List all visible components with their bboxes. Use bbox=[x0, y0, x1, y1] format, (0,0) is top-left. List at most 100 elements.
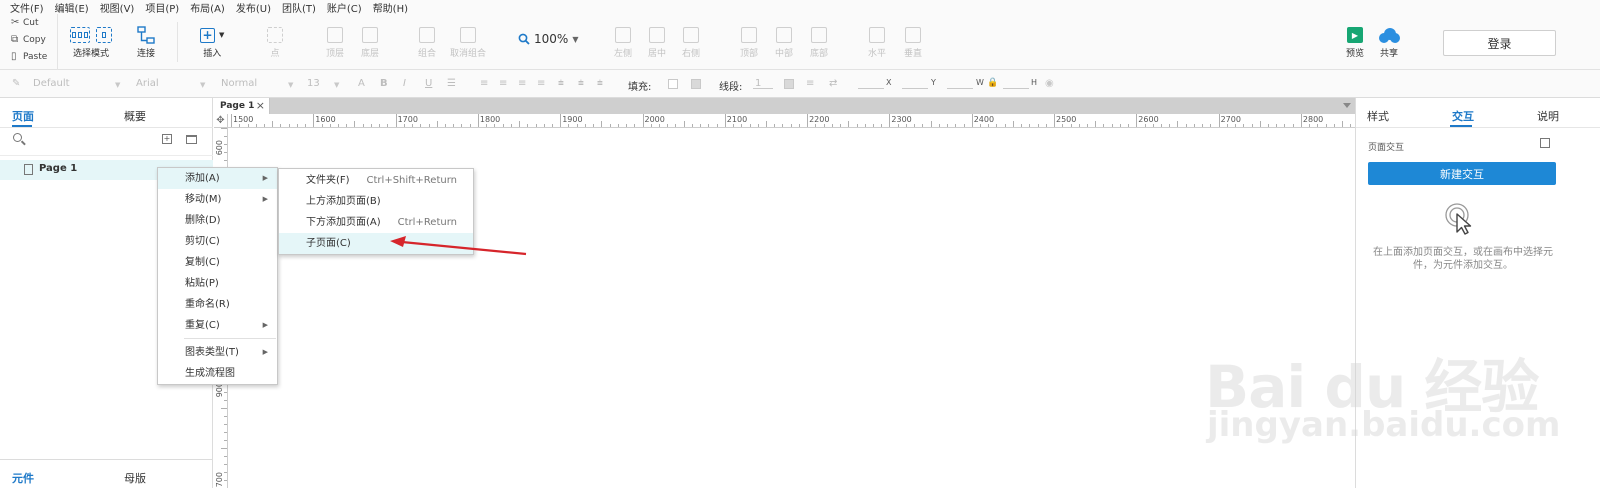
align-left-button[interactable]: 左侧 bbox=[614, 24, 632, 59]
align-bottom-button[interactable]: 底部 bbox=[810, 24, 828, 59]
align-right-button[interactable]: 右侧 bbox=[682, 24, 700, 59]
align-top-button[interactable]: 顶部 bbox=[740, 24, 758, 59]
ruler-label: 2300 bbox=[891, 115, 912, 124]
ruler-tick bbox=[519, 121, 520, 127]
tab-outline[interactable]: 概要 bbox=[124, 108, 146, 124]
tab-masters[interactable]: 母版 bbox=[124, 470, 146, 486]
style-select[interactable]: Default bbox=[33, 78, 70, 89]
line-color-swatch[interactable] bbox=[784, 79, 794, 89]
x-input[interactable] bbox=[858, 88, 884, 89]
arrow-style-icon[interactable]: ⇄ bbox=[829, 78, 837, 89]
menu-view[interactable]: 视图(V) bbox=[100, 0, 135, 15]
insert-button[interactable]: + ▼ 插入 bbox=[200, 24, 224, 59]
align-text-right-icon[interactable]: ≡ bbox=[518, 78, 526, 89]
search-icon[interactable] bbox=[13, 133, 22, 142]
bold-icon[interactable]: B bbox=[380, 78, 388, 89]
distribute-horizontal-button[interactable]: 水平 bbox=[868, 24, 886, 59]
group-button[interactable]: 组合 bbox=[418, 24, 436, 59]
distribute-vertical-button[interactable]: 垂直 bbox=[904, 24, 922, 59]
share-button[interactable]: 共享 bbox=[1377, 24, 1401, 59]
ruler-label: 1700 bbox=[397, 115, 418, 124]
expand-icon[interactable] bbox=[1540, 138, 1550, 148]
menu-item-add[interactable]: 添加(A) ▶ bbox=[158, 168, 277, 189]
submenu-item-folder[interactable]: 文件夹(F) Ctrl+Shift+Return bbox=[279, 170, 473, 191]
tab-list-dropdown-icon[interactable] bbox=[1343, 103, 1351, 108]
font-select[interactable]: Arial bbox=[136, 78, 159, 89]
submenu-item-add-above[interactable]: 上方添加页面(B) bbox=[279, 191, 473, 212]
zoom-select[interactable]: 100% ▼ bbox=[518, 32, 578, 46]
lock-icon[interactable]: 🔒 bbox=[987, 78, 998, 88]
menu-file[interactable]: 文件(F) bbox=[10, 0, 44, 15]
visibility-icon[interactable]: ◉ bbox=[1045, 78, 1054, 89]
copy-button[interactable]: ⧉ Copy bbox=[0, 31, 57, 48]
menu-team[interactable]: 团队(T) bbox=[282, 0, 316, 15]
menu-item-diagram-type[interactable]: 图表类型(T) ▶ bbox=[158, 342, 277, 363]
underline-icon[interactable]: U bbox=[425, 78, 432, 89]
tab-interaction[interactable]: 交互 bbox=[1452, 108, 1474, 124]
ruler-tick bbox=[362, 124, 364, 127]
move-icon[interactable]: ✥ bbox=[214, 114, 228, 128]
point-button[interactable]: 点 bbox=[267, 24, 283, 59]
line-style-icon[interactable]: ≡ bbox=[806, 78, 814, 89]
submenu-item-add-below[interactable]: 下方添加页面(A) Ctrl+Return bbox=[279, 212, 473, 233]
submenu-item-child-page[interactable]: 子页面(C) bbox=[279, 233, 473, 254]
valign-top-icon[interactable]: ⩧ bbox=[558, 78, 564, 89]
menu-item-cut[interactable]: 剪切(C) bbox=[158, 231, 277, 252]
list-icon[interactable]: ☰ bbox=[447, 78, 456, 89]
menu-edit[interactable]: 编辑(E) bbox=[55, 0, 89, 15]
ruler-tick bbox=[247, 124, 249, 127]
menu-item-paste[interactable]: 粘贴(P) bbox=[158, 273, 277, 294]
menu-layout[interactable]: 布局(A) bbox=[190, 0, 225, 15]
align-middle-button[interactable]: 中部 bbox=[775, 24, 793, 59]
canvas-tab-page1[interactable]: Page 1 × bbox=[214, 98, 270, 114]
align-text-justify-icon[interactable]: ≡ bbox=[537, 78, 545, 89]
valign-bottom-icon[interactable]: ⩧ bbox=[597, 78, 603, 89]
clipboard-group: ✂ Cut ⧉ Copy ▯ Paste bbox=[0, 14, 58, 70]
ruler-tick bbox=[224, 152, 227, 153]
font-size-select[interactable]: 13 bbox=[307, 78, 320, 89]
menu-item-generate-flowchart[interactable]: 生成流程图 bbox=[158, 363, 277, 384]
align-text-center-icon[interactable]: ≡ bbox=[499, 78, 507, 89]
new-interaction-button[interactable]: 新建交互 bbox=[1368, 162, 1556, 185]
fill-color-swatch[interactable] bbox=[668, 79, 678, 89]
font-weight-select[interactable]: Normal bbox=[221, 78, 257, 89]
tab-widgets[interactable]: 元件 bbox=[12, 470, 34, 486]
menu-help[interactable]: 帮助(H) bbox=[373, 0, 408, 15]
tab-style[interactable]: 样式 bbox=[1367, 108, 1389, 124]
fill-shadow-swatch[interactable] bbox=[691, 79, 701, 89]
menu-item-rename[interactable]: 重命名(R) bbox=[158, 294, 277, 315]
ruler-tick bbox=[1004, 124, 1006, 127]
menu-item-copy[interactable]: 复制(C) bbox=[158, 252, 277, 273]
font-color-icon[interactable]: A bbox=[358, 78, 365, 89]
paste-button[interactable]: ▯ Paste bbox=[0, 48, 57, 65]
h-input[interactable] bbox=[1003, 88, 1029, 89]
send-to-back-button[interactable]: 底层 bbox=[361, 24, 379, 59]
login-button[interactable]: 登录 bbox=[1443, 30, 1556, 56]
add-page-icon[interactable]: + bbox=[162, 134, 172, 144]
close-icon[interactable]: × bbox=[256, 99, 265, 112]
bring-to-front-button[interactable]: 顶层 bbox=[326, 24, 344, 59]
menu-item-move[interactable]: 移动(M) ▶ bbox=[158, 189, 277, 210]
align-text-left-icon[interactable]: ≡ bbox=[480, 78, 488, 89]
menu-account[interactable]: 账户(C) bbox=[327, 0, 362, 15]
align-center-button[interactable]: 居中 bbox=[648, 24, 666, 59]
cut-button[interactable]: ✂ Cut bbox=[0, 14, 57, 31]
menu-item-delete[interactable]: 删除(D) bbox=[158, 210, 277, 231]
ungroup-button[interactable]: 取消组合 bbox=[450, 24, 486, 59]
italic-icon[interactable]: I bbox=[403, 78, 406, 89]
valign-middle-icon[interactable]: ⩧ bbox=[578, 78, 584, 89]
preview-button[interactable]: ▶ 预览 bbox=[1346, 24, 1364, 59]
tab-pages[interactable]: 页面 bbox=[12, 108, 34, 124]
menu-item-duplicate[interactable]: 重复(C) ▶ bbox=[158, 315, 277, 336]
ruler-tick bbox=[1177, 121, 1179, 127]
ruler-tick bbox=[1029, 124, 1031, 127]
w-input[interactable] bbox=[947, 88, 973, 89]
y-input[interactable] bbox=[902, 88, 928, 89]
ruler-tick bbox=[552, 124, 553, 127]
menu-publish[interactable]: 发布(U) bbox=[236, 0, 271, 15]
connect-button[interactable]: 连接 bbox=[137, 24, 155, 59]
menu-project[interactable]: 项目(P) bbox=[145, 0, 179, 15]
folder-icon[interactable] bbox=[186, 135, 197, 144]
select-mode-button[interactable]: 选择模式 bbox=[70, 24, 112, 59]
tab-notes[interactable]: 说明 bbox=[1537, 108, 1559, 124]
